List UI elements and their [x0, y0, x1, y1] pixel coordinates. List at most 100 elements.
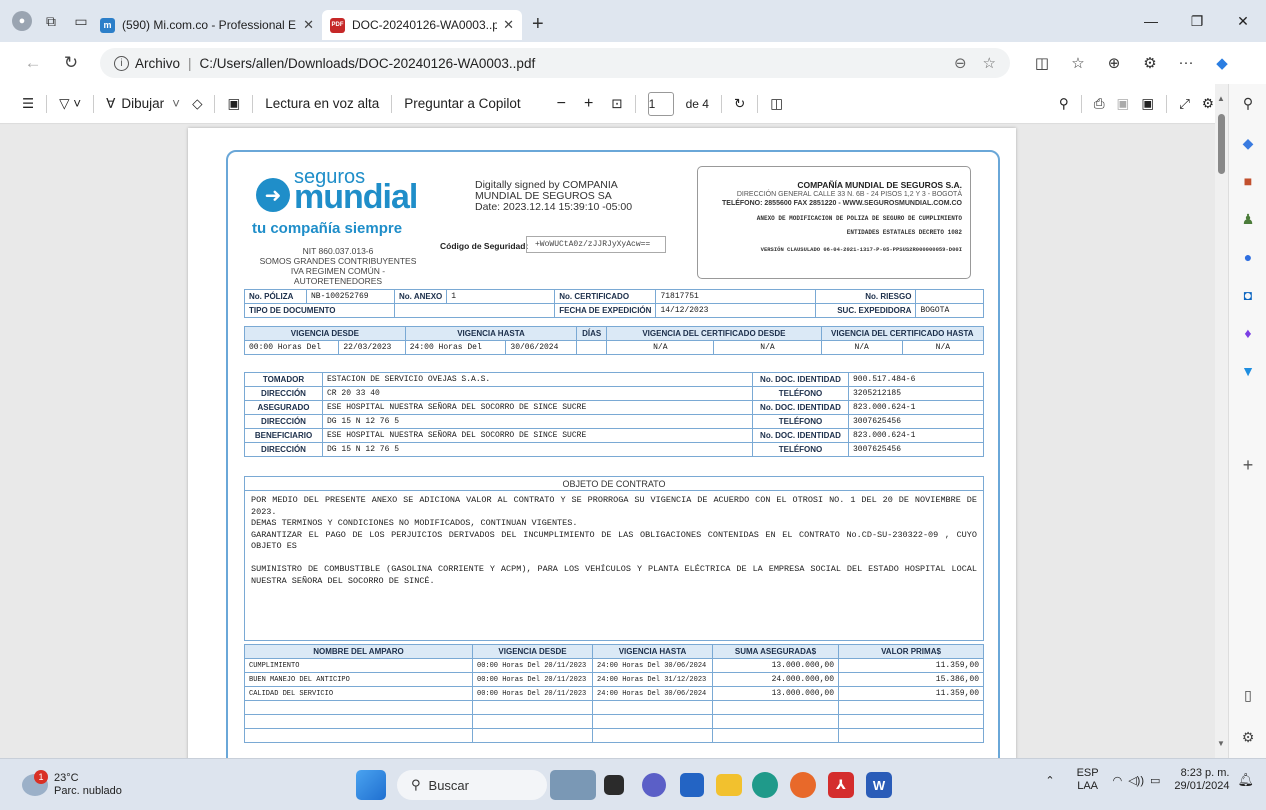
notifications-icon[interactable]: 🔔︎: [1237, 772, 1254, 788]
clock[interactable]: 8:23 p. m. 29/01/2024: [1174, 767, 1229, 793]
taskbar-search[interactable]: ⚲ Buscar: [397, 770, 547, 800]
battery-icon[interactable]: ▭: [1150, 774, 1160, 787]
tools-briefcase-icon[interactable]: ■: [1237, 170, 1259, 192]
store-icon[interactable]: [680, 773, 704, 797]
ask-copilot-button[interactable]: Preguntar a Copilot: [404, 96, 520, 111]
security-code-value: +WoWUCtA0z/zJJRJyXyAcw==: [526, 236, 666, 253]
wifi-icon[interactable]: ◠: [1113, 774, 1123, 787]
windows-start-icon[interactable]: [356, 770, 386, 800]
table-row: ASEGURADO ESE HOSPITAL NUESTRA SEÑORA DE…: [244, 400, 984, 415]
cloud-icon: 1: [22, 770, 48, 796]
back-icon[interactable]: ←: [18, 53, 48, 73]
page-view-icon[interactable]: ◫: [770, 96, 783, 112]
search-icon[interactable]: ⚲: [1059, 96, 1069, 112]
table-row: DIRECCIÓN DG 15 N 12 76 5 TELÉFONO 30076…: [244, 414, 984, 429]
save-icon[interactable]: ▣: [1117, 96, 1130, 112]
restore-icon[interactable]: ❐: [1174, 0, 1220, 42]
word-icon[interactable]: W: [866, 772, 892, 798]
logo-arrow-icon: ➜: [256, 178, 290, 212]
table-row: BUEN MANEJO DEL ANTICIPO 00:00 Horas Del…: [244, 672, 984, 687]
tray-expand-icon[interactable]: ⌃: [1045, 774, 1054, 787]
microsoft-365-icon[interactable]: ●: [1237, 246, 1259, 268]
minimize-icon[interactable]: —: [1128, 0, 1174, 42]
new-tab-icon[interactable]: +: [532, 13, 544, 36]
language-indicator[interactable]: ESP LAA: [1077, 767, 1099, 793]
tab-actions-icon[interactable]: ▭: [70, 10, 92, 32]
url-field[interactable]: i Archivo | C:/Users/allen/Downloads/DOC…: [100, 48, 1010, 78]
scrollbar-thumb[interactable]: [1218, 114, 1225, 174]
save-as-icon[interactable]: ▣: [1141, 96, 1154, 112]
pdf-page: ➜ seguros mundial tu compañía siempre NI…: [188, 128, 1016, 758]
volume-icon[interactable]: ◁)): [1128, 774, 1144, 787]
favorite-star-icon[interactable]: ☆: [983, 54, 996, 72]
page-number-input[interactable]: 1: [647, 91, 674, 116]
address-bar: ← ↻ i Archivo | C:/Users/allen/Downloads…: [0, 42, 1266, 84]
shopping-tag-icon[interactable]: ◆: [1237, 132, 1259, 154]
close-tab-icon[interactable]: ✕: [503, 17, 514, 33]
micom-favicon-icon: m: [100, 17, 115, 33]
tab-pdf[interactable]: PDF DOC-20240126-WA0003..pdf ✕: [322, 10, 522, 40]
policy-table: No. PÓLIZA NB-100252769 No. ANEXO 1 No. …: [244, 289, 984, 318]
contents-icon[interactable]: ☰: [22, 96, 34, 112]
info-icon[interactable]: i: [114, 55, 129, 71]
zoom-in-button[interactable]: +: [584, 95, 593, 113]
tab-label: DOC-20240126-WA0003..pdf: [352, 18, 498, 32]
scroll-up-icon[interactable]: ▲: [1217, 94, 1225, 103]
close-window-icon[interactable]: ✕: [1220, 0, 1266, 42]
contract-object-text: POR MEDIO DEL PRESENTE ANEXO SE ADICIONA…: [251, 495, 977, 586]
search-icon[interactable]: ⚲: [1237, 92, 1259, 114]
fit-page-icon[interactable]: ⊡: [611, 96, 622, 112]
company-box: COMPAÑÍA MUNDIAL DE SEGUROS S.A. DIRECCI…: [697, 166, 971, 279]
favorites-icon[interactable]: ☆: [1060, 54, 1096, 72]
pdf-favicon-icon: PDF: [330, 17, 345, 33]
text-icon[interactable]: ▣: [227, 96, 240, 112]
profile-icon[interactable]: ●: [12, 11, 32, 31]
task-view-icon[interactable]: [604, 775, 624, 795]
games-icon[interactable]: ♟: [1237, 208, 1259, 230]
acrobat-icon[interactable]: ⅄: [828, 772, 854, 798]
collections-icon[interactable]: ⊕: [1096, 54, 1132, 72]
edge-icon[interactable]: [752, 772, 778, 798]
temperature: 23°C: [54, 772, 79, 784]
close-tab-icon[interactable]: ✕: [303, 17, 314, 33]
erase-icon[interactable]: ◇: [192, 96, 202, 112]
file-explorer-icon[interactable]: [716, 774, 742, 796]
validity-table: VIGENCIA DESDE VIGENCIA HASTA DÍAS VIGEN…: [243, 326, 985, 355]
table-row: DIRECCIÓN CR 20 33 40 TELÉFONO 320521218…: [244, 386, 984, 401]
window-controls: — ❐ ✕: [1128, 0, 1266, 42]
rotate-icon[interactable]: ↻: [734, 96, 745, 112]
print-icon[interactable]: ⎙: [1094, 96, 1105, 112]
add-sidebar-icon[interactable]: +: [1237, 454, 1259, 476]
sidebar-layout-icon[interactable]: ▯: [1237, 684, 1259, 706]
search-icon: ⚲: [411, 777, 421, 792]
refresh-icon[interactable]: ↻: [56, 53, 86, 73]
vertical-scrollbar[interactable]: ▲ ▼: [1215, 84, 1228, 758]
outlook-icon[interactable]: ◘: [1237, 284, 1259, 306]
pdf-viewer[interactable]: ➜ seguros mundial tu compañía siempre NI…: [0, 125, 1215, 758]
drop-icon[interactable]: ▼: [1237, 360, 1259, 382]
firefox-icon[interactable]: [790, 772, 816, 798]
url-text: C:/Users/allen/Downloads/DOC-20240126-WA…: [199, 55, 536, 71]
read-aloud-button[interactable]: Lectura en voz alta: [265, 96, 379, 111]
collections-icon[interactable]: ⧉: [40, 10, 62, 32]
fullscreen-icon[interactable]: ⤢: [1179, 96, 1190, 112]
extensions-icon[interactable]: ⚙: [1132, 54, 1168, 72]
edge-sidebar: ⚲ ◆ ■ ♟ ● ◘ ♦ ▼ + ▯ ⚙: [1228, 84, 1266, 758]
split-screen-icon[interactable]: ◫: [1024, 54, 1060, 72]
draw-button[interactable]: ∀ Dibujar ˅: [106, 96, 180, 112]
copilot-icon[interactable]: ◆: [1204, 54, 1240, 72]
settings-icon[interactable]: ⚙: [1202, 96, 1214, 112]
designer-icon[interactable]: ♦: [1237, 322, 1259, 344]
tab-micom[interactable]: m (590) Mi.com.co - Professional E ✕: [92, 10, 322, 40]
zoom-icon[interactable]: ⊖: [954, 54, 967, 72]
parties-table: TOMADOR ESTACION DE SERVICIO OVEJAS S.A.…: [244, 372, 984, 457]
more-icon[interactable]: ···: [1168, 54, 1204, 72]
security-code-label: Código de Seguridad:: [440, 241, 529, 251]
sidebar-settings-icon[interactable]: ⚙: [1237, 726, 1259, 748]
teams-chat-icon[interactable]: [642, 773, 666, 797]
scroll-down-icon[interactable]: ▼: [1217, 739, 1225, 748]
widget-landscape-icon[interactable]: [550, 770, 596, 800]
highlight-icon[interactable]: ▽ ˅: [59, 96, 81, 112]
zoom-out-button[interactable]: −: [557, 95, 566, 113]
weather-widget[interactable]: 1 23°C Parc. nublado: [22, 770, 122, 798]
